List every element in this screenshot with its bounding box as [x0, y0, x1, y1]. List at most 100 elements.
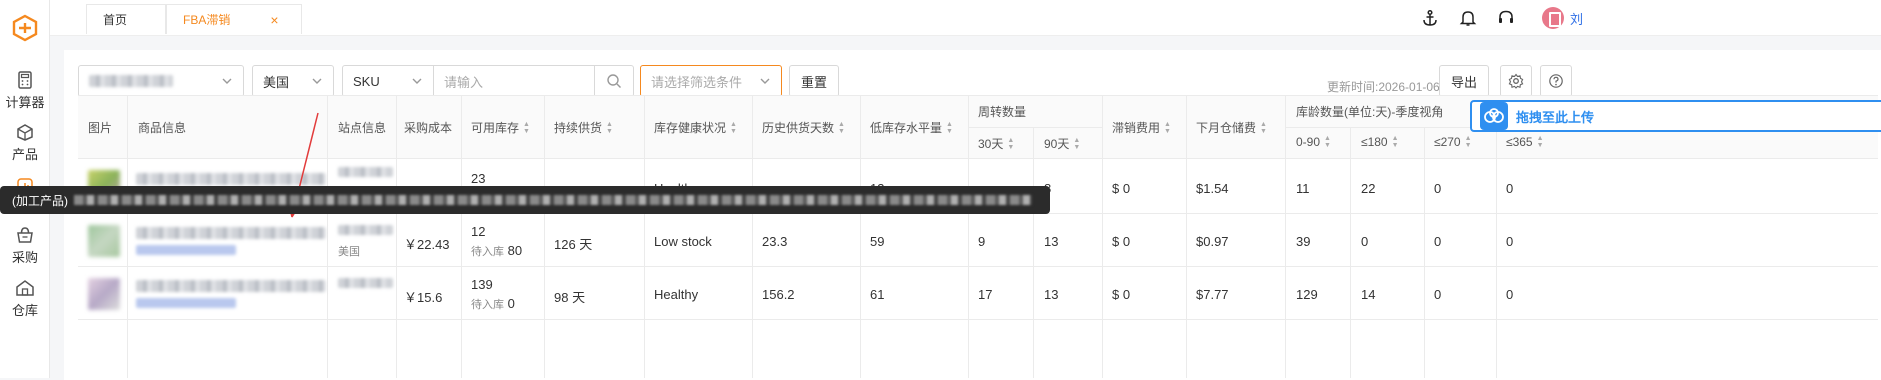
- chevron-down-icon: [312, 78, 322, 84]
- sku-type-value: SKU: [353, 73, 380, 89]
- col-next-storage[interactable]: 下月仓储费 ▲ ▼: [1196, 119, 1267, 136]
- sort-icon[interactable]: ▲ ▼: [1260, 121, 1267, 135]
- product-sku-link[interactable]: [136, 298, 236, 308]
- site-country: 美国: [338, 246, 360, 258]
- sort-icon[interactable]: ▲ ▼: [1392, 135, 1399, 149]
- col-turnover-30[interactable]: 30天 ▲ ▼: [978, 135, 1014, 152]
- product-thumbnail[interactable]: [88, 225, 120, 257]
- age-270: 0: [1434, 234, 1442, 249]
- search-input[interactable]: 请输入: [433, 65, 595, 97]
- condition-select[interactable]: 请选择筛选条件: [640, 65, 782, 97]
- cost: ￥15.6: [404, 290, 443, 305]
- tab-fba-slow[interactable]: FBA滞销 ×: [166, 4, 302, 34]
- sku-type-select[interactable]: SKU: [342, 65, 434, 97]
- col-age-group: 库龄数量(单位:天)-季度视角: [1296, 105, 1444, 119]
- col-health[interactable]: 库存健康状况 ▲ ▼: [654, 119, 737, 136]
- col-slow-fee[interactable]: 滞销费用 ▲ ▼: [1112, 119, 1171, 136]
- product-icon: [17, 124, 33, 141]
- col-age-365[interactable]: ≤365 ▲ ▼: [1506, 135, 1544, 149]
- age-270: 0: [1434, 287, 1442, 302]
- sidebar-item-product[interactable]: 产品: [0, 122, 50, 163]
- col-age-180[interactable]: ≤180 ▲ ▼: [1361, 135, 1399, 149]
- col-age-0-90[interactable]: 0-90 ▲ ▼: [1296, 135, 1331, 149]
- min-level: 59: [870, 234, 885, 249]
- product-thumbnail[interactable]: [88, 278, 120, 310]
- product-title[interactable]: [136, 280, 326, 292]
- age-180: 22: [1361, 181, 1376, 196]
- help-button[interactable]: [1540, 65, 1572, 97]
- available: 12: [471, 224, 486, 239]
- sidebar-item-calculator[interactable]: 计算器: [0, 70, 50, 111]
- site-info: [338, 167, 393, 177]
- sort-icon[interactable]: ▲ ▼: [1007, 137, 1014, 151]
- sort-icon[interactable]: ▲ ▼: [946, 121, 953, 135]
- col-age-270[interactable]: ≤270 ▲ ▼: [1434, 135, 1472, 149]
- chevron-down-icon: [760, 78, 770, 84]
- supply: 98 天: [554, 290, 586, 305]
- top-bar: 首页 FBA滞销 × 刘: [50, 0, 1881, 36]
- sidebar-item-label: 产品: [11, 147, 38, 162]
- drop-upload-label: 拖拽至此上传: [1516, 109, 1595, 125]
- sidebar-item-warehouse[interactable]: 仓库: [0, 278, 50, 319]
- storage-fee: $0.97: [1196, 234, 1229, 249]
- product-tooltip: (加工产品): [0, 186, 1050, 214]
- search-button[interactable]: [594, 65, 634, 97]
- warehouse-icon: [16, 280, 34, 296]
- sort-icon[interactable]: ▲ ▼: [606, 121, 613, 135]
- age-180: 0: [1361, 234, 1369, 249]
- sort-icon[interactable]: ▲ ▼: [730, 121, 737, 135]
- drop-upload-badge[interactable]: 拖拽至此上传: [1470, 100, 1881, 132]
- country-select[interactable]: 美国: [252, 65, 334, 97]
- age-0-90: 11: [1296, 181, 1310, 196]
- sort-icon[interactable]: ▲ ▼: [1073, 137, 1080, 151]
- tab-home[interactable]: 首页: [86, 4, 166, 34]
- sort-icon[interactable]: ▲ ▼: [523, 121, 530, 135]
- col-supply[interactable]: 持续供货 ▲ ▼: [554, 119, 613, 136]
- sort-icon[interactable]: ▲ ▼: [1537, 135, 1544, 149]
- user-name[interactable]: 刘: [1570, 9, 1583, 28]
- anchor-icon[interactable]: [1420, 8, 1440, 28]
- product-sku-link[interactable]: [136, 245, 236, 255]
- col-min-level[interactable]: 低库存水平量 ▲ ▼: [870, 119, 953, 136]
- col-product: 商品信息: [138, 121, 187, 135]
- update-time: 更新时间:2026-01-06: [1327, 80, 1440, 94]
- settings-button[interactable]: [1500, 65, 1532, 97]
- cost: ￥22.43: [404, 237, 450, 252]
- tooltip-prefix: (加工产品): [12, 193, 68, 208]
- condition-placeholder: 请选择筛选条件: [651, 74, 743, 90]
- sidebar-item-label: 计算器: [5, 95, 45, 110]
- sort-icon[interactable]: ▲ ▼: [1324, 135, 1331, 149]
- search-placeholder: 请输入: [444, 74, 484, 90]
- bell-icon[interactable]: [1458, 8, 1478, 28]
- turnover-90: 13: [1044, 234, 1059, 249]
- turnover-30: 9: [978, 234, 986, 249]
- avatar[interactable]: [1542, 7, 1564, 29]
- tab-label: 首页: [103, 13, 128, 27]
- col-history-days[interactable]: 历史供货天数 ▲ ▼: [762, 119, 845, 136]
- logo-icon: [12, 14, 38, 42]
- sort-icon[interactable]: ▲ ▼: [1164, 121, 1171, 135]
- col-turnover-90[interactable]: 90天 ▲ ▼: [1044, 135, 1080, 152]
- age-0-90: 39: [1296, 234, 1311, 249]
- store-select-value: [89, 75, 173, 87]
- age-365: 0: [1506, 234, 1514, 249]
- age-365: 0: [1506, 181, 1514, 196]
- sort-icon[interactable]: ▲ ▼: [1465, 135, 1472, 149]
- available: 23: [471, 171, 486, 186]
- tooltip-blurred-text: [74, 195, 1032, 205]
- store-select[interactable]: [78, 65, 244, 97]
- country-select-value: 美国: [263, 74, 290, 90]
- sidebar-item-purchase[interactable]: 采购: [0, 225, 50, 266]
- site-info: [338, 278, 393, 288]
- reset-button[interactable]: 重置: [789, 65, 839, 97]
- age-270: 0: [1434, 181, 1442, 196]
- gear-icon: [1508, 73, 1524, 89]
- tab-close-button[interactable]: ×: [270, 12, 278, 28]
- history-days: 156.2: [762, 287, 795, 302]
- headset-icon[interactable]: [1496, 8, 1516, 28]
- app-logo[interactable]: [0, 0, 50, 56]
- export-button[interactable]: 导出: [1439, 65, 1489, 97]
- sort-icon[interactable]: ▲ ▼: [838, 121, 845, 135]
- pending-inbound: 待入库 0: [471, 296, 515, 311]
- col-available[interactable]: 可用库存 ▲ ▼: [471, 119, 530, 136]
